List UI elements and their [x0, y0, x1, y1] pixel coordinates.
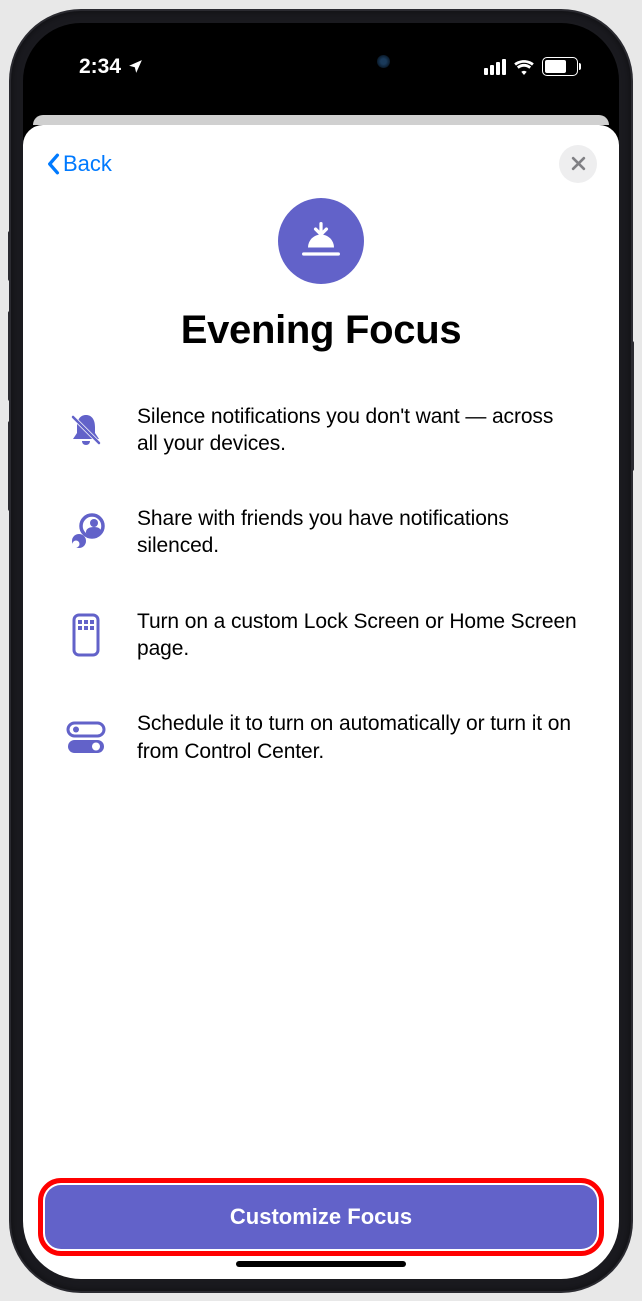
- cellular-signal-icon: [484, 59, 506, 75]
- sheet-background-card: [33, 115, 609, 125]
- feature-text: Schedule it to turn on automatically or …: [137, 710, 579, 765]
- bell-slash-icon: [63, 407, 109, 453]
- status-time-area: 2:34: [79, 55, 144, 79]
- feature-item-share: Share with friends you have notification…: [63, 505, 579, 560]
- side-button: [8, 421, 11, 511]
- toggle-switches-icon: [63, 715, 109, 761]
- feature-list: Silence notifications you don't want — a…: [63, 403, 579, 765]
- home-indicator[interactable]: [236, 1261, 406, 1267]
- side-button: [8, 231, 11, 281]
- feature-text: Silence notifications you don't want — a…: [137, 403, 579, 458]
- back-label: Back: [63, 151, 112, 177]
- wifi-icon: [513, 59, 535, 75]
- phone-device-frame: 2:34 63: [11, 11, 631, 1291]
- sheet-header: Back: [23, 125, 619, 193]
- lock-screen-icon: [63, 612, 109, 658]
- feature-text: Share with friends you have notification…: [137, 505, 579, 560]
- side-button: [631, 341, 634, 471]
- status-time: 2:34: [79, 55, 121, 79]
- feature-item-screen: Turn on a custom Lock Screen or Home Scr…: [63, 608, 579, 663]
- location-arrow-icon: [127, 58, 144, 75]
- feature-item-silence: Silence notifications you don't want — a…: [63, 403, 579, 458]
- customize-focus-button[interactable]: Customize Focus: [45, 1185, 597, 1249]
- feature-text: Turn on a custom Lock Screen or Home Scr…: [137, 608, 579, 663]
- battery-indicator: 63: [542, 57, 581, 76]
- screen: 2:34 63: [23, 23, 619, 1279]
- close-button[interactable]: [559, 145, 597, 183]
- sunset-icon: [278, 198, 364, 284]
- page-title: Evening Focus: [181, 308, 462, 353]
- battery-percent: 63: [553, 60, 566, 74]
- front-camera: [377, 55, 390, 68]
- sheet-content: Evening Focus Silence notifications you …: [23, 193, 619, 1165]
- feature-item-schedule: Schedule it to turn on automatically or …: [63, 710, 579, 765]
- status-indicators: 63: [484, 57, 581, 76]
- share-status-icon: [63, 509, 109, 555]
- focus-setup-sheet: Back Evening Focus: [23, 125, 619, 1279]
- side-button: [8, 311, 11, 401]
- close-icon: [571, 156, 586, 171]
- chevron-left-icon: [45, 153, 61, 175]
- back-button[interactable]: Back: [45, 151, 112, 177]
- dynamic-island: [246, 43, 396, 83]
